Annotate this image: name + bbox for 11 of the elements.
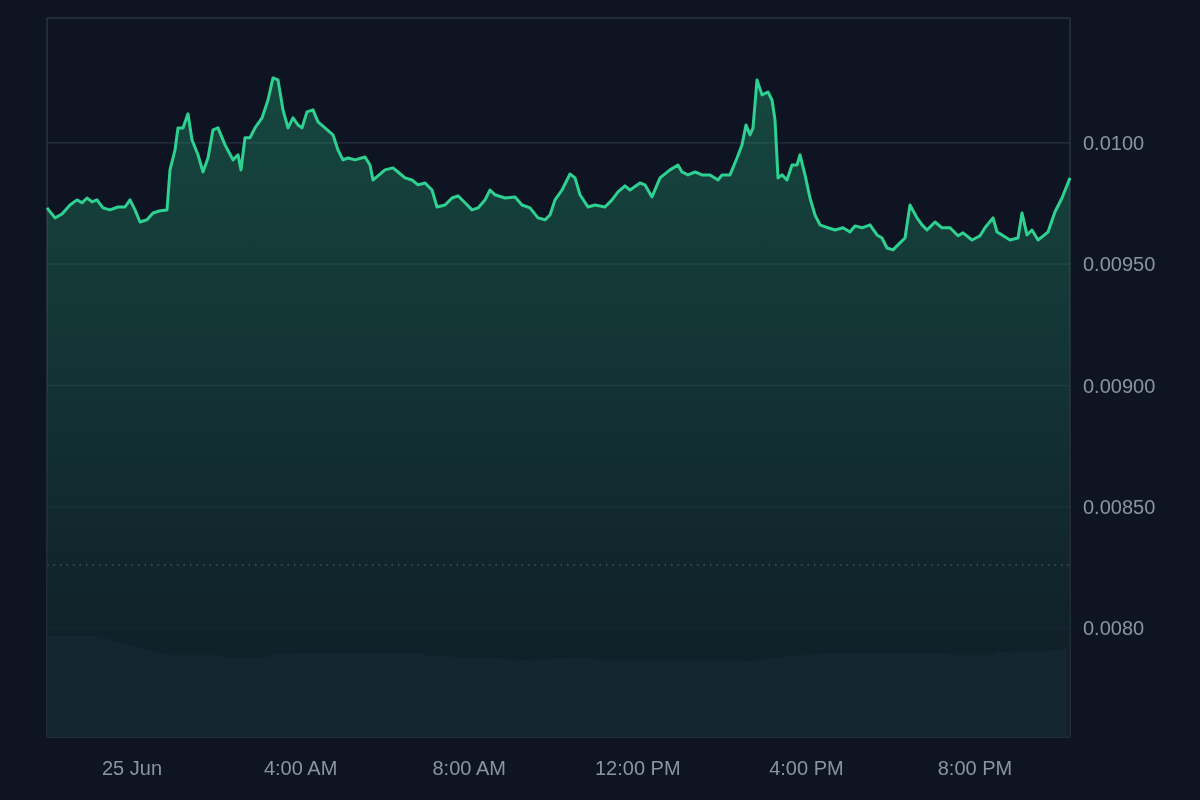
x-axis-label: 12:00 PM — [595, 757, 681, 779]
y-axis-label: 0.00950 — [1083, 253, 1156, 276]
y-axis-label: 0.00900 — [1083, 374, 1156, 397]
x-axis-label: 8:00 PM — [937, 757, 1013, 779]
y-axis-label: 0.0080 — [1083, 617, 1145, 640]
y-axis-label: 0.00850 — [1083, 495, 1156, 518]
x-axis-label: 4:00 AM — [263, 757, 338, 779]
x-axis-label: 4:00 PM — [769, 757, 844, 779]
x-axis-label: 8:00 AM — [432, 757, 506, 779]
y-axis-label: 0.0100 — [1083, 131, 1145, 154]
x-axis-label: 25 Jun — [102, 757, 163, 779]
